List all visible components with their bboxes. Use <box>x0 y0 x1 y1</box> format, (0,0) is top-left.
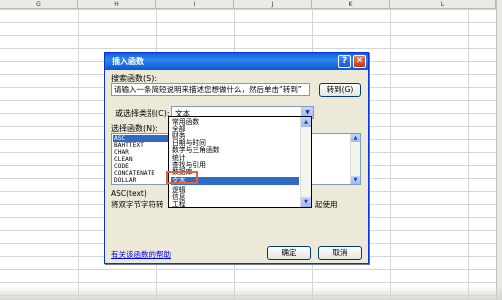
function-signature: ASC(text) <box>111 189 147 198</box>
search-function-input[interactable]: 请输入一条简短说明来描述您想做什么，然后单击“转到” <box>111 83 310 96</box>
grid-line <box>390 9 391 300</box>
bottom-edge <box>0 286 502 300</box>
column-header-row: G H I J K L <box>0 0 502 9</box>
category-option[interactable]: 数学与三角函数 <box>171 146 299 154</box>
function-list-scrollbar[interactable]: ▲ ▼ <box>350 134 360 184</box>
close-icon: ✕ <box>355 56 364 66</box>
function-item-asc[interactable]: ASC <box>113 135 169 142</box>
selection-highlight-box <box>166 171 198 184</box>
dialog-titlebar[interactable]: 插入函数 ? ✕ <box>105 53 368 70</box>
column-header-j[interactable]: J <box>234 0 312 9</box>
column-header-k[interactable]: K <box>312 0 390 9</box>
category-dropdown-list[interactable]: 常用函数 全部 财务 日期与时间 数学与三角函数 统计 查找与引用 数据库 文本… <box>168 116 312 208</box>
ok-button[interactable]: 确定 <box>267 246 311 260</box>
function-item[interactable]: DOLLAR <box>114 177 136 184</box>
function-item[interactable]: CLEAN <box>114 156 133 163</box>
function-help-link[interactable]: 有关该函数的帮助 <box>111 249 171 260</box>
close-button[interactable]: ✕ <box>353 55 366 68</box>
vertical-scrollbar-edge[interactable] <box>496 0 502 300</box>
function-description: 将双字节字符转 <box>111 200 164 209</box>
column-header-i[interactable]: I <box>156 0 234 9</box>
column-header-l[interactable]: L <box>390 0 496 9</box>
category-option[interactable]: 工程 <box>171 200 299 208</box>
function-item[interactable]: CONCATENATE <box>114 170 155 177</box>
scroll-up-icon[interactable]: ▲ <box>301 117 311 127</box>
category-label: 或选择类别(C): <box>115 109 170 118</box>
cancel-button[interactable]: 取消 <box>318 246 362 260</box>
goto-button[interactable]: 转到(G) <box>319 83 361 97</box>
scroll-down-icon[interactable]: ▼ <box>301 197 311 207</box>
function-item[interactable]: CHAR <box>114 149 129 156</box>
function-item[interactable]: BAHTTEXT <box>114 142 144 149</box>
column-header-h[interactable]: H <box>78 0 156 9</box>
scroll-down-icon[interactable]: ▼ <box>351 176 360 184</box>
column-header-g[interactable]: G <box>0 0 78 9</box>
help-button[interactable]: ? <box>338 55 351 68</box>
grid-line <box>468 9 469 300</box>
question-icon: ? <box>341 56 348 66</box>
grid-line <box>78 9 79 300</box>
category-dropdown-scrollbar[interactable]: ▲ ▼ <box>300 117 311 207</box>
function-description-tail: 起使用 <box>315 200 338 209</box>
function-item[interactable]: CODE <box>114 163 129 170</box>
scroll-up-icon[interactable]: ▲ <box>351 134 360 142</box>
dialog-title: 插入函数 <box>112 57 144 66</box>
